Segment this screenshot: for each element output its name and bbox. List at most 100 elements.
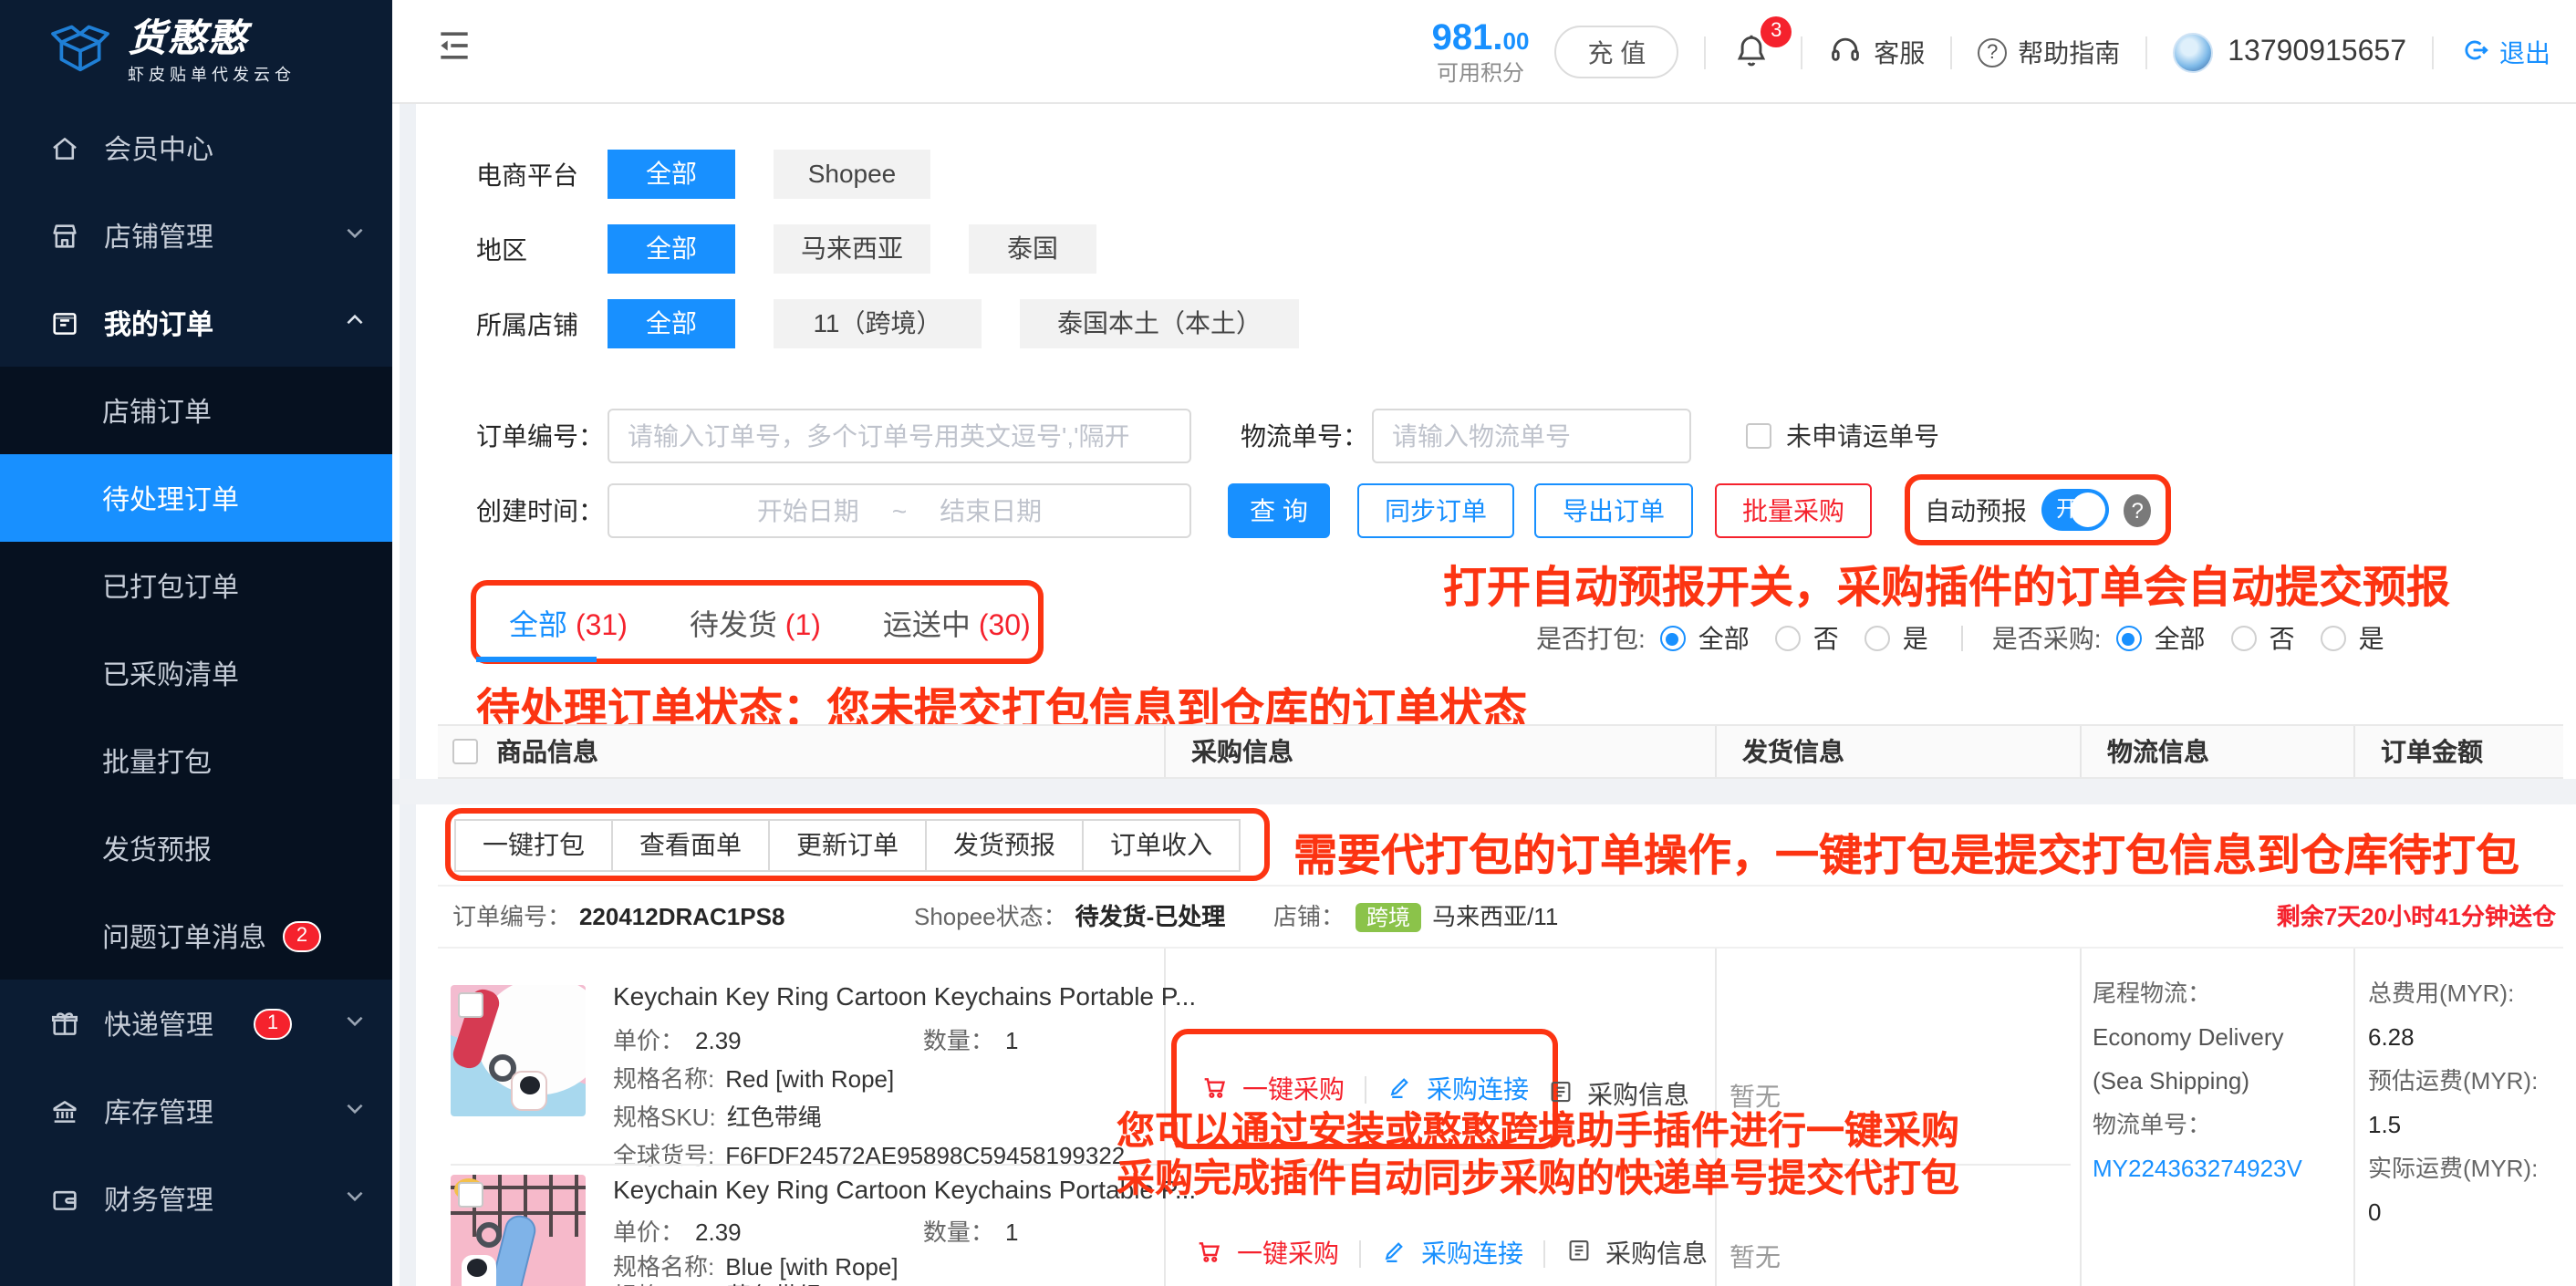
auto-forecast-label: 自动预报: [1925, 492, 2027, 528]
date-range-picker[interactable]: 开始日期 ~ 结束日期: [608, 483, 1191, 538]
logout-label: 退出: [2499, 34, 2550, 70]
view-label-button[interactable]: 查看面单: [611, 819, 770, 872]
sidebar-item-label: 我的订单: [104, 304, 213, 342]
sidebar-item-inventory-management[interactable]: 库存管理: [0, 1067, 392, 1155]
purchase-link-label: 采购连接: [1421, 1235, 1523, 1271]
logout-icon: [2459, 34, 2490, 70]
tab-to-ship[interactable]: 待发货 (1): [690, 600, 821, 644]
pack-radio-yes[interactable]: [1864, 626, 1890, 651]
purchase-link-button[interactable]: 采购连接: [1381, 1235, 1523, 1271]
sub-item-label: 店铺订单: [102, 391, 212, 430]
one-key-purchase-label: 一键采购: [1237, 1235, 1339, 1271]
total-value: 6.28: [2368, 1016, 2538, 1060]
product-title: Keychain Key Ring Cartoon Keychains Port…: [613, 1175, 1196, 1204]
search-row-1: 订单编号： 物流单号： 未申请运单号: [476, 409, 1939, 463]
pack-radio-no[interactable]: [1775, 626, 1801, 651]
list-icon: [1565, 1237, 1593, 1270]
auto-forecast-annotation: 打开自动预报开关，采购插件的订单会自动提交预报: [1443, 551, 2450, 615]
main-content: 电商平台 全部 Shopee 地区 全部 马来西亚 泰国 所属店铺 全部 11（…: [392, 104, 2576, 1286]
sub-item-label: 批量打包: [102, 742, 212, 780]
one-key-purchase-button[interactable]: 一键采购: [1195, 1235, 1339, 1271]
column-label: 采购信息: [1191, 733, 1293, 770]
sidebar-item-shipping-forecast[interactable]: 发货预报: [0, 804, 392, 892]
region-option-thailand[interactable]: 泰国: [969, 224, 1096, 274]
auto-forecast-toggle[interactable]: 开: [2041, 489, 2109, 531]
tab-shipping[interactable]: 运送中 (30): [883, 600, 1031, 644]
shop-option-thailand-local[interactable]: 泰国本土（本土）: [1020, 299, 1299, 348]
auto-forecast-help-icon[interactable]: ?: [2124, 493, 2151, 526]
points-frac: 00: [1503, 27, 1530, 55]
logistics-no-input[interactable]: [1372, 409, 1691, 463]
help-guide-button[interactable]: ? 帮助指南: [1978, 34, 2120, 70]
query-button[interactable]: 查 询: [1228, 483, 1330, 538]
customer-service-button[interactable]: 客服: [1828, 32, 1925, 72]
region-option-all[interactable]: 全部: [608, 224, 735, 274]
pack-radio-all[interactable]: [1660, 626, 1686, 651]
sidebar-item-finance-management[interactable]: 财务管理: [0, 1155, 392, 1242]
express-badge: 1: [254, 1008, 292, 1039]
sidebar: 会员中心 店铺管理 我的订单 店铺订单 待处理订单 已打包订单 已采购清单 批量…: [0, 104, 392, 1286]
sidebar-item-problem-order-messages[interactable]: 问题订单消息 2: [0, 892, 392, 980]
points-label: 可用积分: [1437, 62, 1524, 86]
spec-sku-label: 规格SKU:: [613, 1104, 716, 1131]
sync-orders-button[interactable]: 同步订单: [1357, 483, 1514, 538]
col-product-info: 商品信息: [438, 726, 1164, 777]
tracking-number-link[interactable]: MY224363274923V: [2093, 1147, 2302, 1191]
update-orders-button[interactable]: 更新订单: [768, 819, 927, 872]
orders-table-header: 商品信息 采购信息 发货信息 物流信息 订单金额: [438, 724, 2563, 779]
sidebar-item-shop-orders[interactable]: 店铺订单: [0, 367, 392, 454]
shop-option-all[interactable]: 全部: [608, 299, 735, 348]
spec-sku-label: 规格SKU:: [613, 1282, 716, 1286]
purchase-radio-no[interactable]: [2231, 626, 2257, 651]
chevron-down-icon: [343, 1095, 367, 1126]
sidebar-item-pending-orders[interactable]: 待处理订单: [0, 454, 392, 542]
topbar: 货憨憨 虾皮贴单代发云仓 981.00 可用积分 充 值: [0, 0, 2576, 104]
user-account[interactable]: 13790915657: [2173, 32, 2406, 72]
no-waybill-checkbox[interactable]: [1746, 423, 1771, 449]
recharge-button[interactable]: 充 值: [1554, 26, 1678, 78]
logout-button[interactable]: 退出: [2459, 34, 2550, 70]
purchase-actions-row2: 一键采购 采购连接 采购信息: [1195, 1235, 1708, 1271]
sidebar-item-batch-pack[interactable]: 批量打包: [0, 717, 392, 804]
column-divider: [2080, 949, 2082, 1286]
platform-option-shopee[interactable]: Shopee: [774, 150, 930, 199]
order-no-label: 订单编号：: [476, 409, 608, 463]
radio-label: 否: [1813, 620, 1839, 657]
order-no-input[interactable]: [608, 409, 1191, 463]
store-icon: [49, 220, 80, 251]
col-logistics-info: 物流信息: [2080, 726, 2353, 777]
row-checkbox[interactable]: [458, 1182, 483, 1208]
purchase-info-button[interactable]: 采购信息: [1565, 1235, 1708, 1271]
logo[interactable]: 货憨憨 虾皮贴单代发云仓: [0, 0, 392, 104]
purchase-radio-all[interactable]: [2116, 626, 2142, 651]
tab-all[interactable]: 全部 (31): [509, 600, 628, 644]
region-option-malaysia[interactable]: 马来西亚: [774, 224, 930, 274]
platform-option-all[interactable]: 全部: [608, 150, 735, 199]
row-checkbox[interactable]: [458, 992, 483, 1018]
sidebar-item-member-center[interactable]: 会员中心: [0, 104, 392, 192]
shop-option-11-crossborder[interactable]: 11（跨境）: [774, 299, 982, 348]
sidebar-item-my-orders[interactable]: 我的订单: [0, 279, 392, 367]
select-all-checkbox[interactable]: [452, 739, 478, 764]
sidebar-item-shop-management[interactable]: 店铺管理: [0, 192, 392, 279]
batch-purchase-button[interactable]: 批量采购: [1715, 483, 1872, 538]
purchase-radio-group-label: 是否采购:: [1992, 620, 2102, 657]
auto-forecast-group: 自动预报 开 ?: [1905, 474, 2171, 545]
one-key-pack-button[interactable]: 一键打包: [454, 819, 613, 872]
shipping-forecast-button[interactable]: 发货预报: [925, 819, 1084, 872]
notification-badge: 3: [1761, 16, 1792, 47]
notification-bell-icon[interactable]: 3: [1731, 26, 1775, 78]
points-int: 981.: [1432, 18, 1503, 58]
sidebar-item-express-management[interactable]: 快递管理 1: [0, 980, 392, 1067]
estimate-value: 1.5: [2368, 1104, 2538, 1147]
order-income-button[interactable]: 订单收入: [1082, 819, 1241, 872]
pack-radio-group-label: 是否打包:: [1536, 620, 1646, 657]
collapse-menu-icon[interactable]: [434, 26, 474, 66]
order-amount: 总费用(MYR): 6.28 预估运费(MYR): 1.5 实际运费(MYR):…: [2368, 972, 2538, 1235]
product-spec-row: 规格名称:Red [with Rope]: [613, 1060, 894, 1094]
purchase-radio-yes[interactable]: [2321, 626, 2346, 651]
export-orders-button[interactable]: 导出订单: [1534, 483, 1693, 538]
divider: [2432, 36, 2434, 68]
sidebar-item-purchased-list[interactable]: 已采购清单: [0, 629, 392, 717]
sidebar-item-packed-orders[interactable]: 已打包订单: [0, 542, 392, 629]
